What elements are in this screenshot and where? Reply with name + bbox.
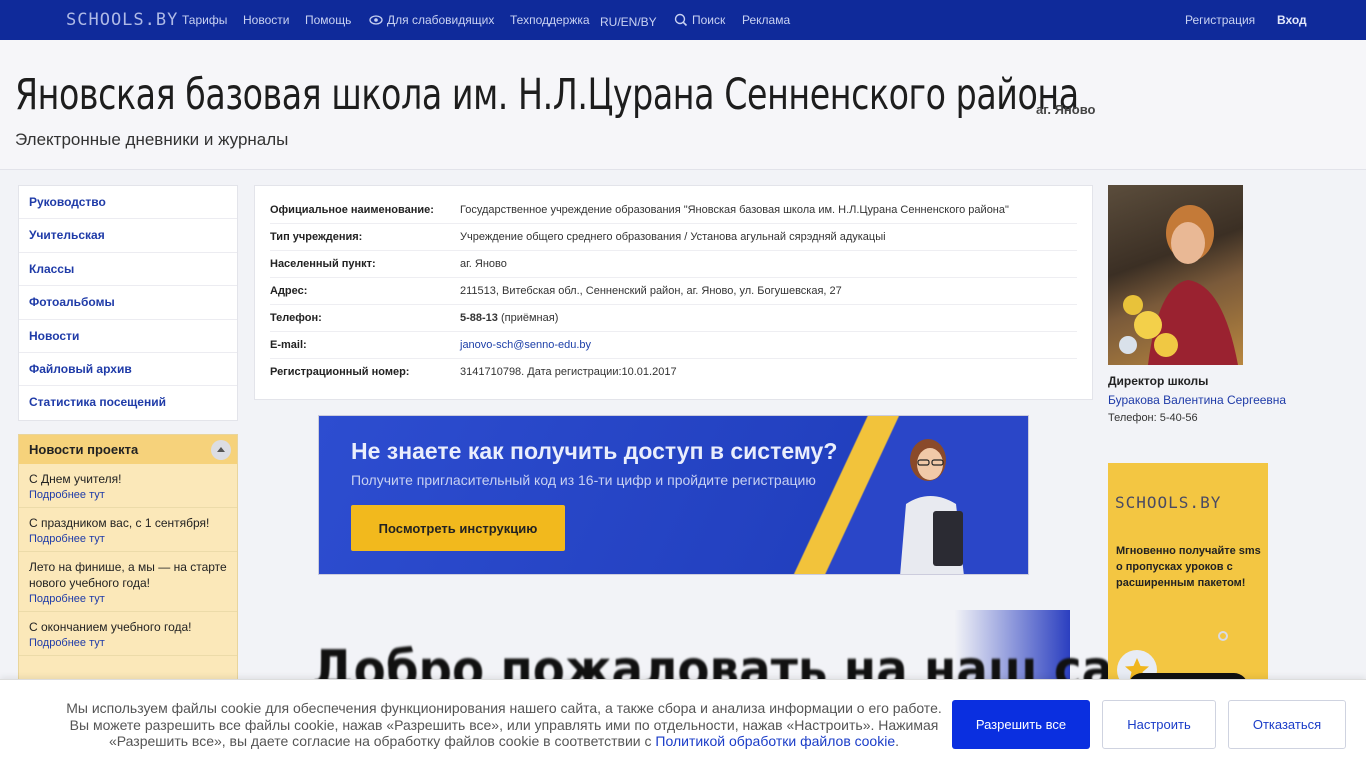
info-value: janovo-sch@senno-edu.by xyxy=(460,332,591,358)
info-label: Телефон: xyxy=(270,312,322,324)
info-value: аг. Яново xyxy=(460,258,507,270)
nav-search[interactable]: Поиск xyxy=(674,13,725,27)
nav-news[interactable]: Новости xyxy=(243,13,289,27)
email-link[interactable]: janovo-sch@senno-edu.by xyxy=(460,339,591,351)
list-item: С окончанием учебного года! Подробнее ту… xyxy=(19,612,237,656)
phone-number: 5-88-13 xyxy=(460,312,498,324)
site-logo[interactable]: SCHOOLS.BY xyxy=(66,10,178,30)
school-info-table: Официальное наименование: Государственно… xyxy=(254,185,1093,400)
nav-low-vision[interactable]: Для слабовидящих xyxy=(369,13,494,27)
access-banner[interactable]: Не знаете как получить доступ в систему?… xyxy=(318,415,1029,575)
allow-all-button[interactable]: Разрешить все xyxy=(952,700,1090,749)
cookie-end: . xyxy=(895,733,900,749)
nav-search-label: Поиск xyxy=(692,13,726,27)
news-item-text: С окончанием учебного года! xyxy=(29,620,192,634)
news-more-link[interactable]: Подробнее тут xyxy=(29,637,227,649)
nav-help[interactable]: Помощь xyxy=(305,13,351,27)
login-link[interactable]: Вход xyxy=(1277,13,1307,27)
search-icon xyxy=(674,13,688,27)
sidebar-item-classes[interactable]: Классы xyxy=(19,253,237,287)
list-item: Лето на финише, а мы — на старте нового … xyxy=(19,552,237,612)
info-label: E-mail: xyxy=(270,339,307,351)
register-link[interactable]: Регистрация xyxy=(1185,13,1255,27)
view-instructions-button[interactable]: Посмотреть инструкцию xyxy=(351,505,565,551)
cookie-consent-bar: Мы используем файлы cookie для обеспечен… xyxy=(0,679,1366,768)
table-row: Тип учреждения: Учреждение общего средне… xyxy=(270,224,1077,251)
cookie-settings-button[interactable]: Настроить xyxy=(1102,700,1216,749)
ad-logo: SCHOOLS.BY xyxy=(1115,493,1222,512)
list-item: С Днем учителя! Подробнее тут xyxy=(19,464,237,508)
language-switcher[interactable]: RU/EN/BY xyxy=(600,15,657,29)
locality-label: аг. Яново xyxy=(1036,102,1096,117)
news-more-link[interactable]: Подробнее тут xyxy=(29,533,227,545)
director-role: Директор школы xyxy=(1108,374,1209,388)
ad-text: Мгновенно получайте sms о пропусках урок… xyxy=(1116,545,1261,589)
woman-illustration xyxy=(900,439,964,574)
sidebar-item-statistics[interactable]: Статистика посещений xyxy=(19,386,237,419)
school-header: Яновская базовая школа им. Н.Л.Цурана Се… xyxy=(0,40,1366,170)
sidebar-item-leadership[interactable]: Руководство xyxy=(19,186,237,220)
info-label: Регистрационный номер: xyxy=(270,366,410,378)
phone-note: (приёмная) xyxy=(500,312,559,324)
banner-subtitle: Получите пригласительный код из 16-ти ци… xyxy=(351,472,816,488)
sidebar-item-file-archive[interactable]: Файловый архив xyxy=(19,353,237,387)
nav-support[interactable]: Техподдержка xyxy=(510,13,590,27)
info-label: Населенный пункт: xyxy=(270,258,376,270)
news-item-text: С Днем учителя! xyxy=(29,472,122,486)
news-panel-title: Новости проекта xyxy=(29,442,139,457)
news-item-text: С праздником вас, с 1 сентября! xyxy=(29,516,210,530)
collapse-icon[interactable] xyxy=(211,440,231,460)
page-subtitle: Электронные дневники и журналы xyxy=(15,130,289,149)
info-value: 211513, Витебская обл., Сенненский район… xyxy=(460,285,842,297)
cookie-text: Мы используем файлы cookie для обеспечен… xyxy=(60,700,948,750)
director-photo-image xyxy=(1119,205,1238,365)
sidebar-item-teachers[interactable]: Учительская xyxy=(19,219,237,253)
director-name-link[interactable]: Буракова Валентина Сергеевна xyxy=(1108,393,1286,407)
news-more-link[interactable]: Подробнее тут xyxy=(29,489,227,501)
sms-advertisement[interactable]: SCHOOLS.BY Мгновенно получайте sms о про… xyxy=(1108,463,1268,703)
info-label: Официальное наименование: xyxy=(270,204,434,216)
info-value: Учреждение общего среднего образования /… xyxy=(460,231,886,243)
info-value: Государственное учреждение образования "… xyxy=(460,204,1009,216)
nav-ads[interactable]: Реклама xyxy=(742,13,790,27)
top-navbar: SCHOOLS.BY Тарифы Новости Помощь Для сла… xyxy=(0,0,1366,40)
director-phone: Телефон: 5-40-56 xyxy=(1108,412,1198,424)
table-row: Регистрационный номер: 3141710798. Дата … xyxy=(270,359,1077,386)
table-row: Адрес: 211513, Витебская обл., Сенненски… xyxy=(270,278,1077,305)
nav-tariffs[interactable]: Тарифы xyxy=(182,13,227,27)
info-value: 3141710798. Дата регистрации:10.01.2017 xyxy=(460,366,677,378)
eye-icon xyxy=(369,15,383,25)
news-panel-header: Новости проекта xyxy=(19,435,237,464)
table-row: Телефон: 5-88-13 (приёмная) xyxy=(270,305,1077,332)
info-label: Тип учреждения: xyxy=(270,231,363,243)
nav-low-vision-label: Для слабовидящих xyxy=(387,13,495,27)
news-more-link[interactable]: Подробнее тут xyxy=(29,593,227,605)
table-row: Официальное наименование: Государственно… xyxy=(270,197,1077,224)
sidebar-menu: Руководство Учительская Классы Фотоальбо… xyxy=(18,185,238,421)
cookie-policy-link[interactable]: Политикой обработки файлов cookie xyxy=(655,733,895,749)
project-news-panel: Новости проекта С Днем учителя! Подробне… xyxy=(18,434,238,694)
banner-heading: Не знаете как получить доступ в систему? xyxy=(351,438,838,464)
news-item-text: Лето на финише, а мы — на старте нового … xyxy=(29,560,227,590)
table-row: E-mail: janovo-sch@senno-edu.by xyxy=(270,332,1077,359)
decor-dot xyxy=(1218,631,1228,641)
info-value: 5-88-13 (приёмная) xyxy=(460,305,558,331)
director-photo[interactable] xyxy=(1108,185,1243,365)
list-item: С праздником вас, с 1 сентября! Подробне… xyxy=(19,508,237,552)
page-title: Яновская базовая школа им. Н.Л.Цурана Се… xyxy=(15,70,1079,120)
sidebar-item-photo-albums[interactable]: Фотоальбомы xyxy=(19,286,237,320)
table-row: Населенный пункт: аг. Яново xyxy=(270,251,1077,278)
sidebar-item-news[interactable]: Новости xyxy=(19,320,237,353)
info-label: Адрес: xyxy=(270,285,308,297)
refuse-cookies-button[interactable]: Отказаться xyxy=(1228,700,1346,749)
